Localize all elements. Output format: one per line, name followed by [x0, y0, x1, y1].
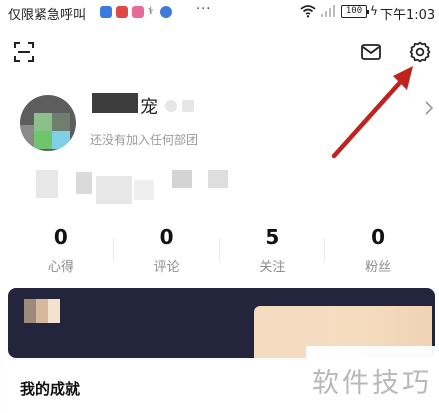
blurred-content — [96, 176, 132, 204]
stat-value: 0 — [53, 225, 68, 249]
profile-screen: 仅限紧急呼叫 ⚕ ··· 100 ϟ 下午1:03 宠 还没有加入任何部团 0 … — [0, 0, 439, 413]
username-text: 宠 — [140, 97, 158, 118]
notification-icon: ⚕ — [148, 6, 154, 17]
notification-icon — [160, 6, 172, 18]
wifi-icon — [300, 5, 316, 18]
charging-icon: ϟ — [370, 4, 378, 18]
notification-icon — [100, 6, 112, 18]
avatar[interactable] — [20, 95, 76, 151]
stat-label: 评论 — [153, 260, 180, 275]
stat-value: 5 — [265, 225, 280, 249]
scan-icon[interactable] — [14, 42, 34, 62]
level-badge-icon — [165, 100, 177, 112]
stat-value: 0 — [159, 225, 174, 249]
mail-icon[interactable] — [360, 42, 382, 62]
stat-following[interactable]: 5 关注 — [220, 224, 326, 280]
username-redacted — [92, 93, 138, 113]
stat-insights[interactable]: 0 心得 — [8, 224, 114, 280]
notification-icon — [116, 6, 128, 18]
verified-badge-icon — [182, 100, 194, 112]
signal-icon — [321, 5, 335, 17]
blurred-content — [76, 172, 92, 194]
stats-row: 0 心得 0 评论 5 关注 0 粉丝 — [8, 224, 431, 280]
battery-icon: 100 — [341, 5, 369, 18]
profile-subtitle: 还没有加入任何部团 — [90, 133, 199, 147]
blurred-content — [172, 170, 192, 188]
blurred-content — [208, 170, 228, 188]
watermark-text: 软件技巧 — [312, 368, 432, 399]
stat-followers[interactable]: 0 粉丝 — [325, 224, 431, 280]
stat-comments[interactable]: 0 评论 — [114, 224, 220, 280]
chevron-right-icon[interactable] — [424, 100, 434, 116]
banner-thumbnail — [24, 299, 60, 323]
carrier-text: 仅限紧急呼叫 — [8, 8, 87, 23]
stat-label: 心得 — [47, 260, 74, 275]
clock-text: 下午1:03 — [380, 8, 436, 23]
achievements-title: 我的成就 — [20, 380, 81, 398]
stat-label: 粉丝 — [365, 260, 392, 275]
stat-label: 关注 — [259, 260, 286, 275]
more-notifications-icon: ··· — [196, 2, 212, 17]
gear-icon[interactable] — [408, 40, 432, 64]
blurred-content — [134, 180, 154, 200]
status-bar: 仅限紧急呼叫 ⚕ ··· 100 ϟ 下午1:03 — [0, 0, 439, 26]
blurred-content — [36, 170, 58, 198]
notification-icon — [132, 6, 144, 18]
stat-value: 0 — [371, 225, 386, 249]
